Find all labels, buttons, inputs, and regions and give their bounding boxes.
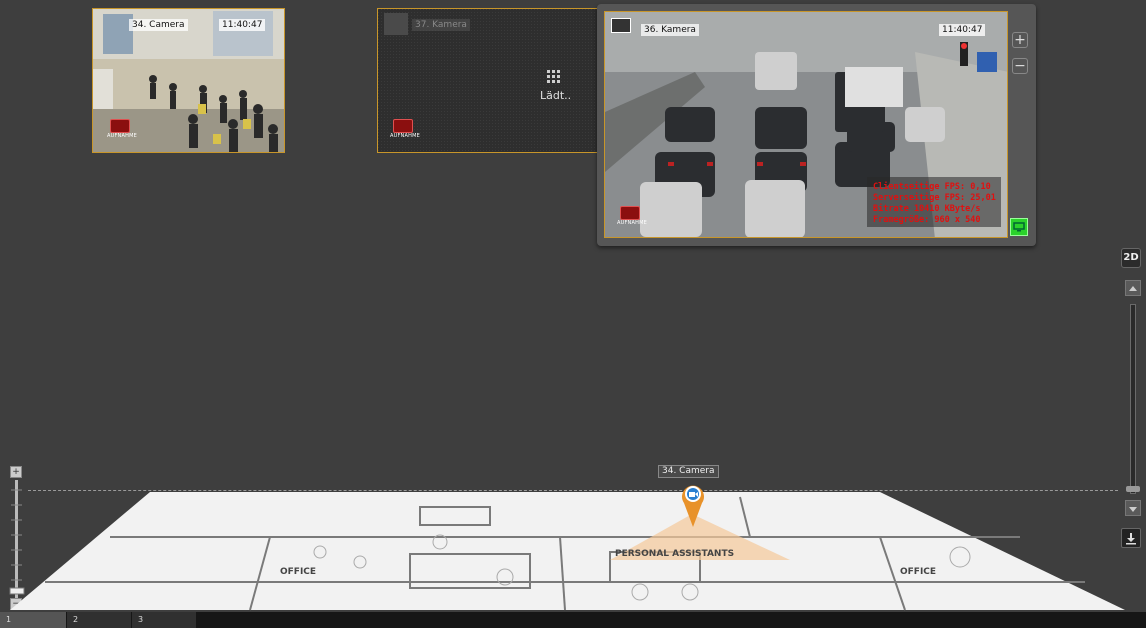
camera-36-record-button[interactable]: AUFNAHME — [617, 206, 647, 228]
camera-tile-36[interactable]: 36. Kamera 11:40:47 Clientseitige FPS: 0… — [604, 11, 1008, 238]
bitrate: Bitrate 10410 KByte/s — [873, 204, 981, 214]
camera-36-stats: Clientseitige FPS: 0,10 Serverseitige FP… — [873, 182, 996, 226]
view-mode-2d-button[interactable]: 2D — [1121, 248, 1141, 268]
camera-zoom-in-button[interactable]: + — [1012, 32, 1028, 48]
loading-icon — [546, 69, 562, 85]
camera-tile-34[interactable]: 34. Camera 11:40:47 AUFNAHME — [92, 8, 285, 153]
zoom-in-small-button[interactable]: + — [10, 466, 22, 478]
camera-tile-37[interactable]: 37. Kamera Lädt.. AUFNAHME — [377, 8, 599, 153]
floor-plan[interactable]: OFFICE PERSONAL ASSISTANTS OFFICE — [0, 482, 1146, 612]
camera-34-record-button[interactable]: AUFNAHME — [107, 119, 137, 141]
camera-36-time: 11:40:47 — [939, 24, 986, 36]
server-fps: Serverseitige FPS: 25,01 — [873, 193, 996, 203]
room-label-personal-assistants: PERSONAL ASSISTANTS — [615, 549, 734, 559]
map-marker-label: 34. Camera — [658, 465, 719, 478]
camera-34-label: 34. Camera — [129, 19, 188, 31]
camera-marker-icon[interactable] — [679, 481, 707, 529]
frame-size: Framegröße: 960 x 540 — [873, 215, 981, 225]
camera-34-time: 11:40:47 — [219, 19, 266, 31]
camera-37-record-button[interactable]: AUFNAHME — [390, 119, 420, 141]
record-label: AUFNAHME — [107, 133, 137, 139]
vertical-scrollbar[interactable] — [1130, 304, 1136, 494]
record-icon — [393, 119, 413, 133]
tab-1[interactable]: 1 — [0, 612, 66, 628]
room-label-office-right: OFFICE — [900, 567, 936, 577]
layout-tab-bar: 1 2 3 — [0, 612, 1146, 628]
room-label-office: OFFICE — [280, 567, 316, 577]
record-icon — [620, 206, 640, 220]
record-label: AUFNAHME — [390, 133, 420, 139]
camera-36-label: 36. Kamera — [641, 24, 699, 36]
record-label: AUFNAHME — [617, 220, 647, 226]
record-icon — [110, 119, 130, 133]
tab-3[interactable]: 3 — [132, 612, 196, 628]
monitor-icon — [611, 18, 631, 33]
tab-2[interactable]: 2 — [67, 612, 131, 628]
camera-37-status: Lädt.. — [540, 89, 572, 102]
scroll-up-button[interactable] — [1125, 280, 1141, 296]
camera-zoom-out-button[interactable]: − — [1012, 58, 1028, 74]
client-fps: Clientseitige FPS: 0,10 — [873, 182, 991, 192]
camera-37-label: 37. Kamera — [412, 19, 470, 31]
live-monitor-icon[interactable] — [1010, 218, 1028, 236]
